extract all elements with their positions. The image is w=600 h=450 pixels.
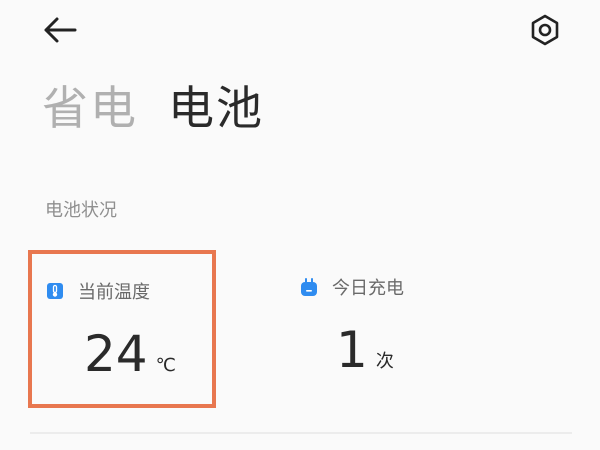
tab-battery[interactable]: 电池 [168,78,264,138]
charger-plug-icon [301,278,317,296]
gear-icon [531,14,559,46]
tab-power-saving[interactable]: 省电 [42,78,138,138]
thermometer-icon [47,283,63,299]
section-title: 电池状况 [45,200,117,221]
temperature-value: 24 [84,325,148,383]
temperature-card-title: 当前温度 [78,282,150,303]
charges-today-card[interactable]: 今日充电 1 次 [300,250,500,400]
charges-today-card-header: 今日充电 [300,274,404,300]
back-button[interactable] [38,8,82,52]
charges-today-value-row: 1 次 [336,320,394,380]
battery-screen: 省电 电池 电池状况 当前温度 24 ℃ 今日充电 1 次 [0,0,600,450]
temperature-value-row: 24 ℃ [84,324,176,384]
temperature-card[interactable]: 当前温度 24 ℃ [28,250,216,408]
divider [30,432,572,434]
charges-today-unit: 次 [375,351,394,372]
settings-button[interactable] [523,8,567,52]
temperature-unit: ℃ [155,355,176,376]
charges-today-value: 1 [336,321,368,379]
temperature-card-header: 当前温度 [46,278,150,304]
charges-today-card-title: 今日充电 [332,278,404,299]
arrow-left-icon [44,17,77,43]
tab-bar: 省电 电池 [42,78,264,138]
